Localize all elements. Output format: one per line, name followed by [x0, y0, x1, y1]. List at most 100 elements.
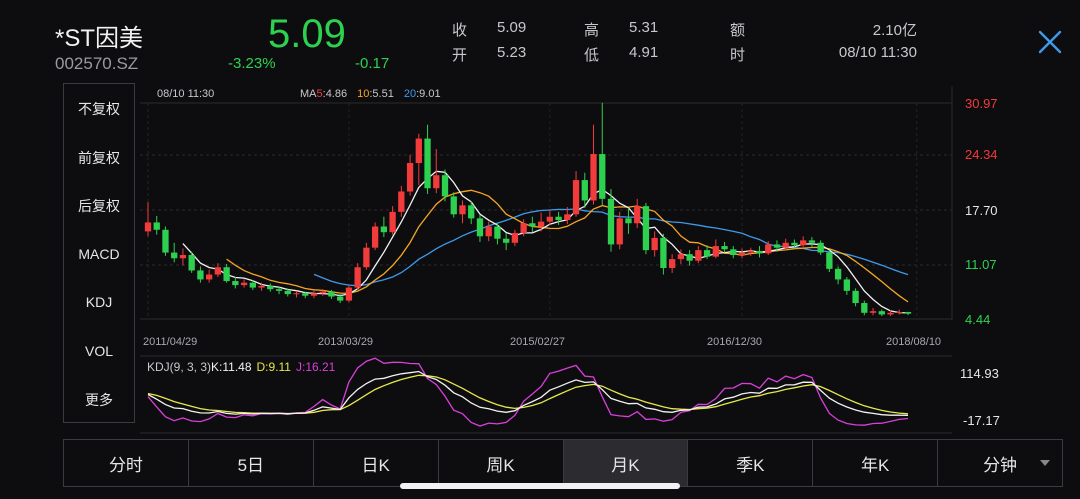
candle-body	[712, 246, 719, 257]
candle-body	[756, 250, 763, 254]
candle-body	[765, 244, 772, 254]
tab-minute-label: 分钟	[983, 455, 1018, 475]
candle-body	[660, 237, 667, 269]
tab-intraday[interactable]: 分时	[64, 440, 189, 486]
tab-yearly-k[interactable]: 年K	[813, 440, 939, 486]
ma5-line	[182, 170, 909, 314]
candle-body	[590, 154, 597, 201]
x-tick: 2015/02/27	[510, 336, 565, 348]
home-indicator[interactable]	[400, 483, 680, 489]
candle-body	[826, 252, 833, 269]
candle-body	[363, 247, 370, 268]
candle-body	[808, 240, 816, 243]
candle-body	[642, 206, 650, 251]
price-tick: 4.44	[965, 312, 990, 327]
period-tab-bar: 分时 5日 日K 周K 月K 季K 年K 分钟	[63, 439, 1063, 487]
candle-body	[162, 229, 169, 253]
candle-body	[703, 250, 711, 257]
candle-body	[599, 154, 606, 199]
candle-body	[904, 311, 912, 314]
candle-body	[206, 274, 213, 280]
price-tick: 17.70	[965, 203, 998, 218]
candle-body	[564, 214, 571, 220]
candle-body	[607, 198, 615, 245]
candle-body	[546, 216, 553, 222]
candle-body	[800, 240, 807, 246]
candle-body	[214, 267, 222, 275]
candle-body	[485, 226, 492, 237]
candle-body	[476, 218, 484, 237]
candle-body	[896, 311, 903, 313]
tab-minute[interactable]: 分钟	[938, 440, 1062, 486]
candle-body	[415, 138, 422, 164]
candle-body	[249, 282, 256, 288]
candle-body	[791, 242, 798, 246]
candle-body	[677, 254, 685, 260]
candle-body	[834, 268, 842, 280]
candle-body	[686, 254, 693, 261]
candle-body	[258, 285, 265, 288]
candle-body	[441, 175, 449, 197]
candle-body	[634, 206, 641, 224]
kdj-legend: KDJ(9, 3, 3)K:11.48 D:9.11 J:16.21	[147, 360, 336, 374]
candle-body	[328, 291, 335, 297]
tab-weekly-k[interactable]: 周K	[439, 440, 564, 486]
candle-body	[468, 205, 475, 219]
kdj-d-line	[147, 374, 909, 415]
candle-body	[503, 238, 510, 243]
kline-chart[interactable]: 08/10 11:30 MA5:4.86 10:5.51 20:9.01 30.97…	[0, 0, 1080, 440]
tab-quarterly-k[interactable]: 季K	[688, 440, 814, 486]
kdj-tick: 114.93	[960, 366, 999, 381]
candle-body	[625, 218, 632, 224]
x-tick: 2016/12/30	[707, 336, 762, 348]
candle-body	[459, 205, 466, 215]
candle-body	[223, 267, 230, 282]
tab-monthly-k[interactable]: 月K	[563, 440, 689, 486]
candle-body	[695, 250, 702, 261]
candle-body	[424, 138, 431, 189]
candle-body	[817, 242, 824, 253]
candle-body	[572, 180, 580, 215]
price-tick: 24.34	[965, 147, 998, 162]
candle-body	[878, 311, 885, 315]
candle-body	[843, 279, 850, 291]
candle-body	[232, 281, 239, 286]
candle-body	[668, 259, 676, 269]
tab-daily-k[interactable]: 日K	[314, 440, 439, 486]
candle-body	[197, 270, 204, 280]
moving-average-lines	[182, 170, 909, 314]
candle-body	[302, 293, 309, 296]
candle-body	[433, 175, 440, 189]
candle-body	[293, 293, 300, 295]
candle-body	[345, 287, 353, 301]
candle-body	[730, 249, 737, 256]
candle-body	[651, 237, 658, 251]
candle-body	[616, 218, 623, 245]
candle-body	[869, 311, 877, 313]
candle-body	[861, 303, 868, 313]
candle-body	[240, 282, 248, 286]
candle-body	[773, 244, 781, 248]
candle-body	[529, 223, 536, 227]
kdj-tick: -17.17	[963, 413, 1000, 428]
x-tick: 2013/03/29	[318, 336, 373, 348]
candle-body	[267, 285, 274, 290]
tab-5day[interactable]: 5日	[189, 440, 314, 486]
cursor-date-label: 08/10 11:30	[157, 88, 214, 100]
candle-body	[188, 255, 195, 271]
candle-body	[511, 233, 519, 243]
candle-body	[406, 163, 414, 192]
chevron-down-icon	[1040, 460, 1050, 466]
candle-body	[284, 290, 291, 295]
candle-body	[537, 221, 545, 227]
candle-body	[852, 290, 859, 304]
candle-body	[494, 226, 501, 239]
price-tick: 30.97	[965, 96, 998, 111]
candle-body	[153, 222, 160, 230]
candle-body	[721, 246, 728, 250]
candle-body	[371, 226, 379, 248]
candle-body	[319, 291, 326, 294]
candle-body	[354, 267, 361, 288]
candle-body	[555, 216, 562, 220]
candle-body	[398, 191, 405, 212]
